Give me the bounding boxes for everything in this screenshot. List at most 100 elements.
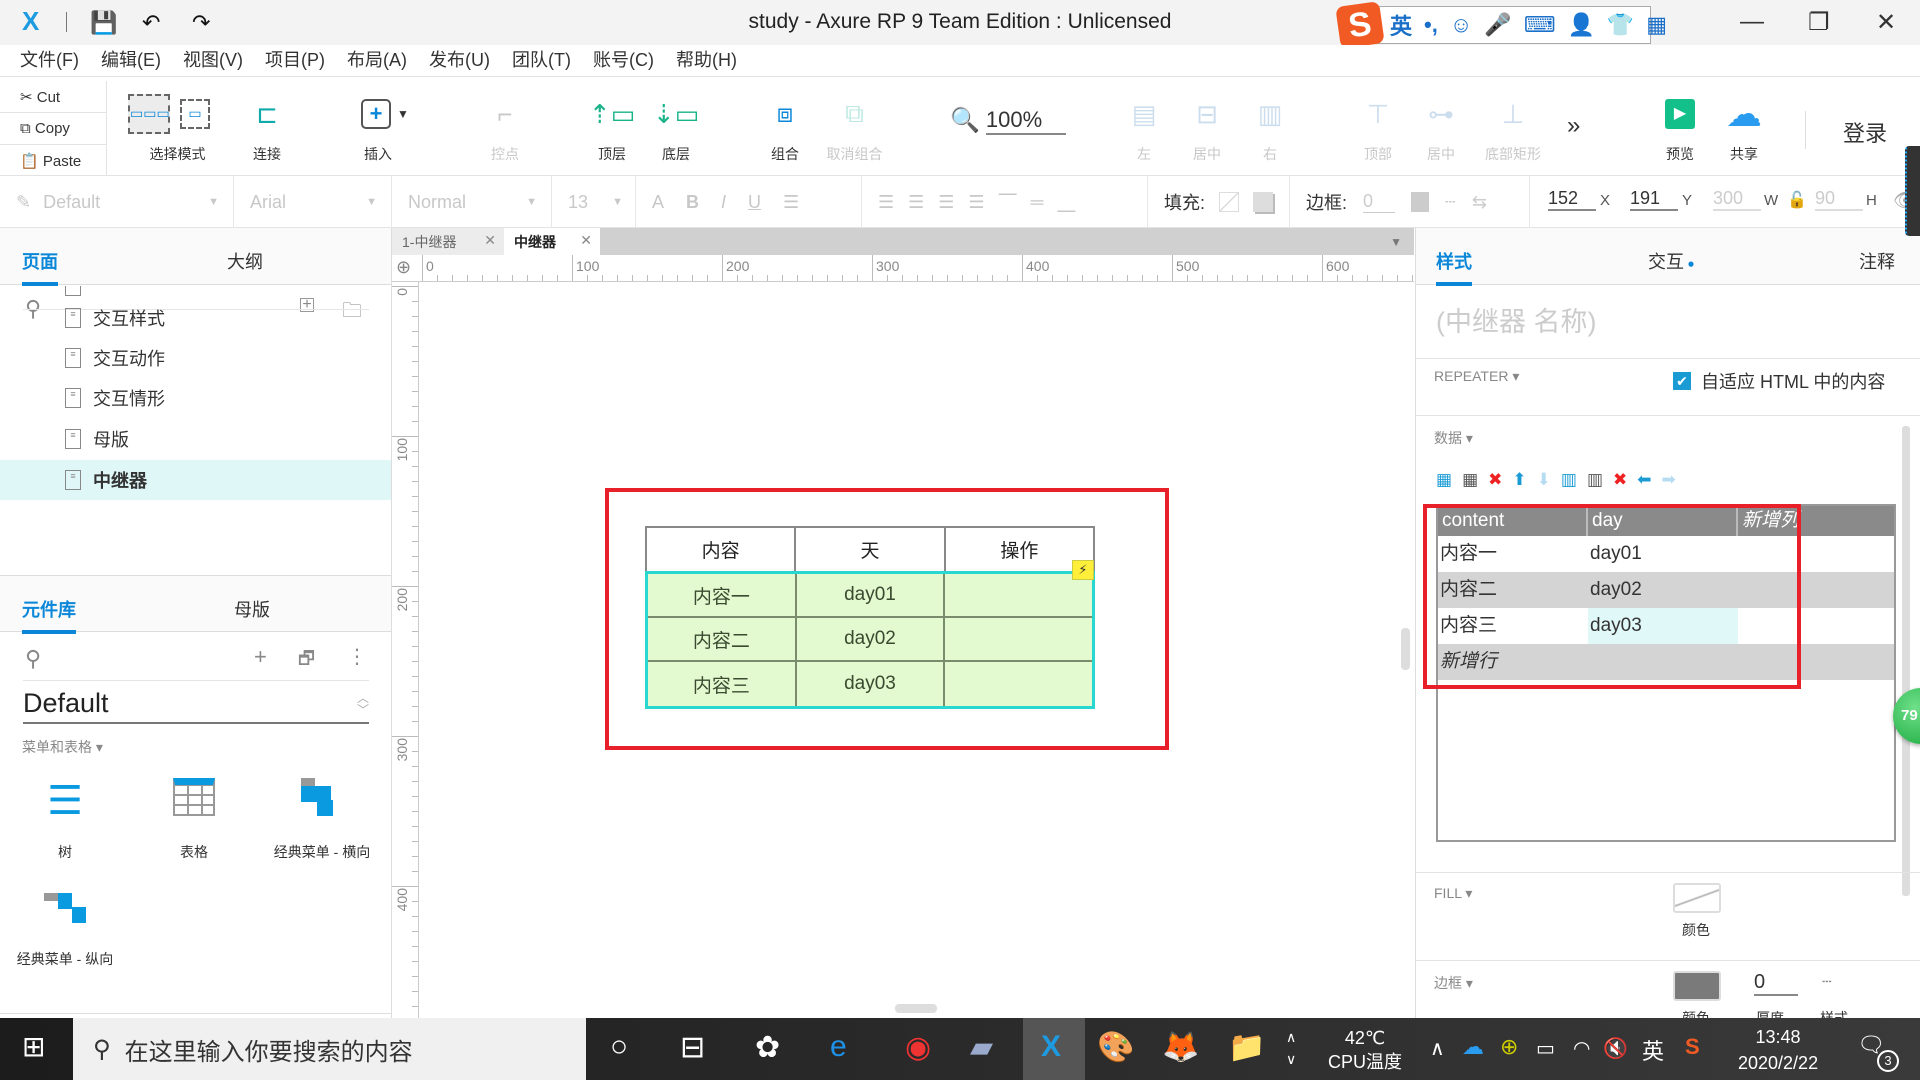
show-hidden-icons[interactable]: ∧ [1430, 1036, 1445, 1061]
maximize-button[interactable]: ❐ [1808, 8, 1830, 37]
firefox-icon[interactable]: 🦊 [1162, 1030, 1199, 1065]
underline-icon[interactable]: U [748, 192, 761, 213]
close-button[interactable]: ✕ [1876, 8, 1896, 37]
table-cell[interactable]: day01 [797, 574, 946, 616]
taskbar-scroll-icon[interactable]: ∧ ∨ [1286, 1026, 1296, 1070]
doc-tab[interactable]: 1-中继器 ✕ [392, 228, 504, 255]
arrow-style-icon[interactable]: ⇆ [1472, 192, 1487, 213]
select-intersect-icon[interactable]: ▭▭▭ [128, 94, 170, 134]
security-icon[interactable]: ⊕ [1500, 1034, 1518, 1060]
login-button[interactable]: 登录 [1843, 116, 1887, 148]
delete-row-icon[interactable]: ✖ [1488, 470, 1502, 490]
table-cell[interactable]: 内容二 [648, 618, 797, 660]
zoom-control[interactable]: 🔍 100% [950, 106, 1067, 135]
sogou-tray-icon[interactable]: S [1685, 1034, 1700, 1060]
clock[interactable]: 13:48 2020/2/22 [1738, 1024, 1818, 1076]
border-width-input[interactable]: 0 [1363, 191, 1396, 213]
repeater-section-label[interactable]: REPEATER ▾ [1434, 368, 1519, 385]
group-button[interactable]: ⧈ 组合 [765, 94, 805, 164]
align-top-button[interactable]: ⊤ 顶部 [1358, 94, 1398, 164]
bullet-list-icon[interactable]: ☰ [783, 192, 799, 213]
move-column-right-icon[interactable]: ➡ [1662, 470, 1676, 490]
lock-icon[interactable]: 🔓 [1787, 190, 1807, 210]
panel-scrollbar[interactable] [1902, 426, 1910, 896]
category-label[interactable]: 菜单和表格 ▾ [22, 737, 103, 757]
fill-color-icon[interactable] [1219, 192, 1240, 212]
bold-icon[interactable]: B [686, 192, 699, 213]
volume-meter[interactable] [1905, 146, 1920, 236]
align-center-button[interactable]: ⊟ 居中 [1187, 94, 1227, 164]
border-style-icon[interactable]: ┄ [1822, 972, 1832, 992]
widget-table[interactable]: 表格 [124, 778, 264, 862]
tab-masters[interactable]: 母版 [234, 596, 270, 622]
x-input[interactable]: 152 [1548, 188, 1596, 211]
widget-name-input[interactable]: (中继器 名称) [1436, 300, 1596, 339]
align-left-button[interactable]: ▤ 左 [1124, 94, 1164, 164]
page-item[interactable]: ≡ 母版 [0, 419, 391, 459]
zoom-value[interactable]: 100% [985, 107, 1067, 135]
move-row-up-icon[interactable]: ⬆ [1512, 470, 1526, 490]
height-input[interactable]: 90 [1815, 188, 1863, 211]
ime-punct[interactable]: •, [1424, 12, 1438, 38]
widget-menu-horizontal[interactable]: 经典菜单 - 横向 [252, 778, 392, 862]
windows-start-icon[interactable]: ⊞ [22, 1030, 45, 1063]
fit-html-checkbox[interactable]: ✔ 自适应 HTML 中的内容 [1673, 368, 1885, 394]
page-item[interactable]: ≡ 交互情形 [0, 378, 391, 418]
doc-tab-active[interactable]: 中继器 ✕ [504, 228, 600, 255]
move-column-left-icon[interactable]: ⬅ [1637, 470, 1651, 490]
align-right-button[interactable]: ▥ 右 [1250, 94, 1290, 164]
table-cell[interactable]: 内容一 [648, 574, 797, 616]
copy-button[interactable]: ⧉ Copy [0, 113, 107, 145]
table-header-cell[interactable]: 内容 [647, 528, 797, 571]
fill-section-label[interactable]: FILL ▾ [1434, 885, 1472, 902]
style-select[interactable]: ✎ Default ▼ [0, 176, 234, 228]
tab-outline[interactable]: 大纲 [227, 248, 263, 274]
ime-mode[interactable]: 英 [1390, 9, 1412, 41]
page-item-selected[interactable]: ≡ 中继器 [0, 460, 391, 500]
insert-button[interactable]: + ▼ 插入 [360, 94, 410, 164]
ime-toolbar[interactable]: S 英 •, ☺ 🎤 ⌨ 👤 👕 ▦ [1335, 1, 1667, 49]
bring-to-front-button[interactable]: ⇡▭ 顶层 [589, 94, 635, 164]
cut-button[interactable]: ✂ Cut [0, 81, 107, 113]
cortana-icon[interactable]: ○ [610, 1030, 628, 1064]
move-row-down-icon[interactable]: ⬇ [1537, 470, 1551, 490]
page-item[interactable]: ≡ 交互动作 [0, 338, 391, 378]
interaction-lightning-icon[interactable]: ⚡ [1072, 560, 1094, 580]
paint-icon[interactable]: 🎨 [1097, 1030, 1134, 1065]
valign-bottom-icon[interactable]: ⎽ [1057, 192, 1075, 213]
ie-browser-icon[interactable]: e [830, 1030, 847, 1064]
tabs-dropdown-icon[interactable]: ▼ [1390, 235, 1402, 249]
menu-edit[interactable]: 编辑(E) [101, 45, 161, 76]
page-item[interactable]: ≡ 交互样式 [0, 298, 391, 338]
font-color-icon[interactable]: A [652, 192, 664, 213]
vertical-scrollbar[interactable] [1401, 628, 1410, 670]
font-select[interactable]: Arial ▼ [234, 176, 392, 228]
more-tools-button[interactable]: » [1567, 112, 1580, 140]
taskbar-search[interactable]: ⚲ 在这里输入你要搜索的内容 [73, 1018, 586, 1080]
table-cell[interactable]: day02 [797, 618, 946, 660]
anchor-button[interactable]: ⌐ 控点 [485, 94, 525, 164]
table-header-cell[interactable]: 操作 [946, 528, 1093, 571]
widget-tree[interactable]: ☰ 树 [0, 778, 135, 862]
table-cell[interactable] [945, 662, 1092, 706]
menu-arrange[interactable]: 布局(A) [347, 45, 407, 76]
preview-button[interactable]: ▶ 预览 [1660, 94, 1700, 164]
library-select[interactable]: Default ︿ ﹀ [23, 688, 369, 724]
add-library-icon[interactable]: + [254, 644, 267, 670]
menu-account[interactable]: 账号(C) [593, 45, 654, 76]
border-thickness-input[interactable]: 0 [1754, 971, 1798, 996]
table-cell[interactable] [945, 574, 1092, 616]
app-icon[interactable]: ✿ [755, 1030, 780, 1065]
insert-column-left-icon[interactable]: ▥ [1561, 470, 1577, 490]
microphone-icon[interactable]: 🎤 [1484, 12, 1511, 38]
shadow-icon[interactable] [1253, 192, 1274, 212]
table-cell[interactable]: day03 [797, 662, 946, 706]
menu-team[interactable]: 团队(T) [512, 45, 571, 76]
widget-menu-vertical[interactable]: 经典菜单 - 纵向 [0, 893, 135, 969]
align-text-left-icon[interactable]: ☰ [878, 192, 894, 213]
menu-publish[interactable]: 发布(U) [429, 45, 490, 76]
user-icon[interactable]: 👤 [1567, 12, 1594, 38]
tab-interactions[interactable]: 交互 ● [1648, 248, 1695, 274]
send-to-back-button[interactable]: ⇣▭ 底层 [653, 94, 699, 164]
select-mode-button[interactable]: ▭▭▭ ▭ 选择模式 [125, 94, 230, 164]
